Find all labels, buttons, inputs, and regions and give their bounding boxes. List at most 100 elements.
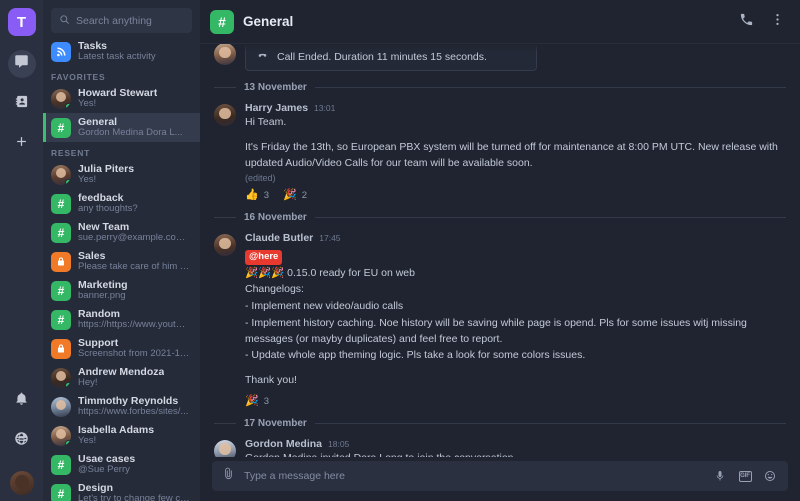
avatar[interactable] <box>214 439 236 457</box>
sidebar-item-subtitle: Please take care of him https:/... <box>78 262 190 273</box>
rail-item-chat[interactable] <box>7 50 36 78</box>
call-button[interactable] <box>735 11 757 33</box>
sidebar-item-usae-cases[interactable]: # Usae cases @Sue Perry <box>43 450 200 479</box>
message-list[interactable]: Call Ended. Duration 11 minutes 15 secon… <box>200 44 800 457</box>
edited-label: (edited) <box>245 173 276 184</box>
sidebar-item-tasks[interactable]: Tasks Latest task activity <box>43 37 200 66</box>
sidebar-item-title: Usae cases <box>78 453 136 465</box>
message-author[interactable]: Gordon Medina <box>245 438 322 450</box>
hash-icon: # <box>51 280 71 301</box>
main-panel: # General Call Ended. Duration 11 minute… <box>200 0 800 501</box>
message-input[interactable] <box>244 470 703 482</box>
hash-icon: # <box>51 483 71 501</box>
channel-list[interactable]: Tasks Latest task activity FAVORITES How… <box>43 37 200 501</box>
search-box[interactable] <box>51 8 192 33</box>
here-mention-badge[interactable]: @here <box>245 250 283 265</box>
rail-item-language[interactable] <box>8 427 36 455</box>
search-icon <box>59 12 70 30</box>
date-divider-label: 16 November <box>244 212 307 224</box>
avatar[interactable] <box>214 234 236 257</box>
message-text: - Implement history caching. Noe history… <box>245 316 747 345</box>
sidebar-item-subtitle: banner.png <box>78 291 126 302</box>
sidebar-item-feedback[interactable]: # feedback any thoughts? <box>43 189 200 218</box>
avatar <box>51 367 71 388</box>
avatar[interactable] <box>214 104 236 126</box>
sidebar-item-title: Tasks <box>78 40 107 52</box>
message-author[interactable]: Claude Butler <box>245 232 313 244</box>
lock-icon <box>51 338 71 359</box>
reaction-count: 3 <box>263 395 269 407</box>
sidebar-item-isabella-adams[interactable]: Isabella Adams Yes! <box>43 421 200 450</box>
sidebar-item-sales[interactable]: Sales Please take care of him https:/... <box>43 247 200 276</box>
date-divider-16-november: 16 November <box>214 212 786 223</box>
search-input[interactable] <box>76 14 184 27</box>
sidebar-item-subtitle: Yes! <box>78 175 97 186</box>
online-status-dot <box>65 102 71 109</box>
paperclip-icon[interactable] <box>222 467 235 485</box>
hash-icon: # <box>51 222 71 243</box>
sidebar-item-support[interactable]: Support Screenshot from 2021-12-19 <box>43 334 200 363</box>
sidebar-item-title: Sales <box>78 250 106 262</box>
message-harry-james: Harry James 13:01 Hi Team. It's Friday t… <box>214 97 786 201</box>
rail-bottom-group <box>0 387 43 495</box>
more-icon <box>770 12 785 32</box>
app-window: T Search anything Tasks Latest task acti… <box>0 0 800 501</box>
gif-icon[interactable]: GIF <box>737 468 753 484</box>
sidebar-item-title: feedback <box>78 192 124 204</box>
section-header-resent: RESENT <box>51 148 91 158</box>
sidebar-item-marketing[interactable]: # Marketing banner.png <box>43 276 200 305</box>
bell-icon <box>14 391 29 411</box>
message-author[interactable]: Harry James <box>245 102 308 114</box>
message-timestamp: 17:45 <box>319 233 341 244</box>
sidebar-item-new-team[interactable]: # New Team sue.perry@example.com reg... <box>43 218 200 247</box>
sidebar-item-general[interactable]: # General Gordon Medina Dora L... <box>43 113 200 142</box>
sidebar-item-title: General <box>78 116 118 128</box>
reaction-party[interactable]: 🎉 2 <box>283 190 307 202</box>
thumbsup-icon: 👍 <box>245 189 259 202</box>
sidebar-item-random[interactable]: # Random https://https://www.youtube... <box>43 305 200 334</box>
date-divider-label: 13 November <box>244 82 307 93</box>
message-composer[interactable]: GIF <box>212 461 788 491</box>
sidebar-item-timmothy-reynolds[interactable]: Timmothy Reynolds https://www.forbes/sit… <box>43 392 200 421</box>
more-options-button[interactable] <box>766 11 788 33</box>
sidebar-item-subtitle: @Sue Perry <box>78 465 130 476</box>
rss-icon <box>51 41 71 62</box>
message-call-event: Call Ended. Duration 11 minutes 15 secon… <box>214 44 786 71</box>
reaction-count: 3 <box>263 190 269 202</box>
avatar <box>51 88 71 109</box>
reaction-party[interactable]: 🎉 3 <box>245 395 269 407</box>
sidebar-item-design[interactable]: # Design Let's try to change few colors … <box>43 479 200 501</box>
app-logo[interactable]: T <box>7 8 36 36</box>
reaction-thumbsup[interactable]: 👍 3 <box>245 189 269 202</box>
avatar <box>51 425 71 446</box>
rail-item-notifications[interactable] <box>8 387 36 415</box>
user-avatar[interactable] <box>9 471 34 495</box>
sidebar-item-subtitle: Gordon Medina Dora L... <box>78 128 183 139</box>
message-text: Changelogs: <box>245 283 304 296</box>
online-status-dot <box>65 439 71 446</box>
date-divider-label: 17 November <box>244 417 307 429</box>
sidebar-item-julia-piters[interactable]: Julia Piters Yes! <box>43 160 200 189</box>
message-text: It's Friday the 13th, so European PBX sy… <box>245 140 778 169</box>
emoji-icon[interactable] <box>762 468 778 484</box>
avatar <box>51 164 71 185</box>
sidebar-item-andrew-mendoza[interactable]: Andrew Mendoza Hey! <box>43 363 200 392</box>
sidebar-item-title: Howard Stewart <box>78 87 158 99</box>
sidebar-item-subtitle: sue.perry@example.com reg... <box>78 233 190 244</box>
date-divider-17-november: 17 November <box>214 418 786 429</box>
sidebar-item-howard-stewart[interactable]: Howard Stewart Yes! <box>43 84 200 113</box>
sidebar-item-title: Andrew Mendoza <box>78 366 165 378</box>
message-claude-butler: Claude Butler 17:45 @here 🎉🎉🎉 0.15.0 rea… <box>214 227 786 407</box>
rail-item-contacts[interactable] <box>8 90 36 118</box>
message-timestamp: 18:05 <box>328 438 350 449</box>
channel-header: # General <box>200 0 800 44</box>
avatar <box>214 44 236 65</box>
avatar <box>51 396 71 417</box>
microphone-icon[interactable] <box>712 468 728 484</box>
hash-icon: # <box>51 117 71 138</box>
online-status-dot <box>65 381 71 388</box>
sidebar-item-title: Isabella Adams <box>78 424 155 436</box>
call-ended-pill: Call Ended. Duration 11 minutes 15 secon… <box>245 44 537 71</box>
rail-item-add[interactable] <box>8 130 36 158</box>
call-ended-text: Call Ended. Duration 11 minutes 15 secon… <box>277 51 487 63</box>
